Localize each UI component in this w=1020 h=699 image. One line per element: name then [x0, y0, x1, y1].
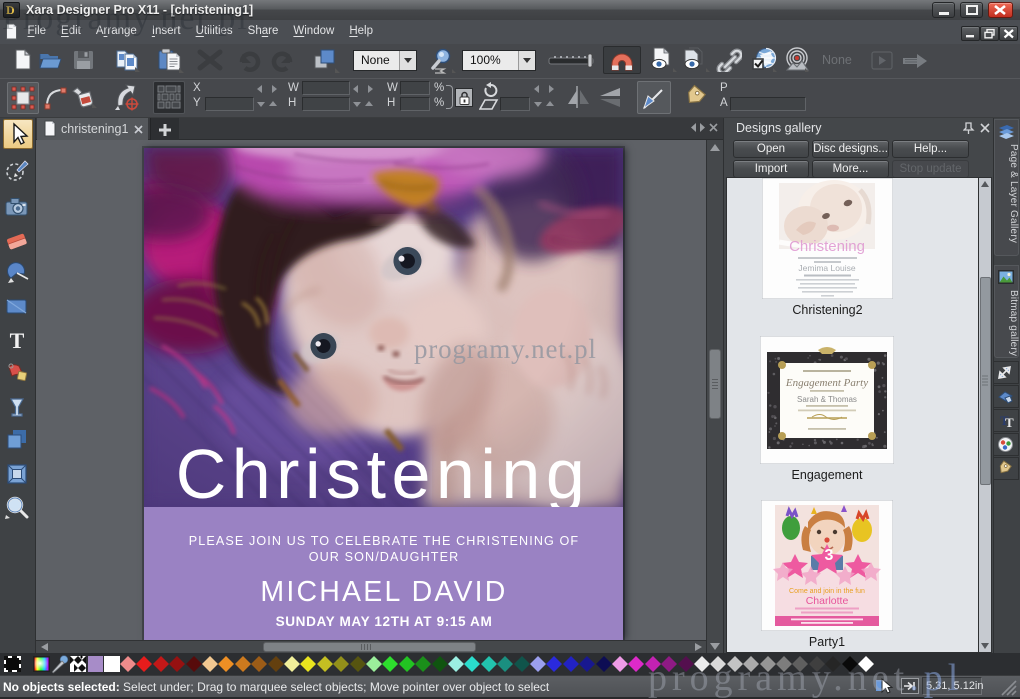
svg-text:SUNDAY MAY 12TH AT 9:15 AM: SUNDAY MAY 12TH AT 9:15 AM: [276, 614, 493, 629]
svg-text:OUR SON/DAUGHTER: OUR SON/DAUGHTER: [309, 550, 460, 564]
svg-text:Charlotte: Charlotte: [806, 595, 849, 607]
svg-text:MICHAEL DAVID: MICHAEL DAVID: [260, 576, 507, 608]
svg-text:Christening: Christening: [789, 238, 865, 255]
svg-text:Jemima Louise: Jemima Louise: [798, 263, 855, 273]
svg-text:Christening: Christening: [176, 435, 591, 513]
svg-text:Engagement Party: Engagement Party: [785, 377, 868, 389]
svg-text:Sarah & Thomas: Sarah & Thomas: [797, 395, 857, 404]
svg-text:3: 3: [825, 547, 834, 564]
svg-text:T: T: [10, 328, 25, 353]
svg-text:Come and join in the fun: Come and join in the fun: [789, 588, 865, 595]
svg-text:T: T: [1005, 415, 1014, 429]
svg-text:PLEASE JOIN US TO CELEBRATE TH: PLEASE JOIN US TO CELEBRATE THE CHRISTEN…: [189, 534, 579, 548]
